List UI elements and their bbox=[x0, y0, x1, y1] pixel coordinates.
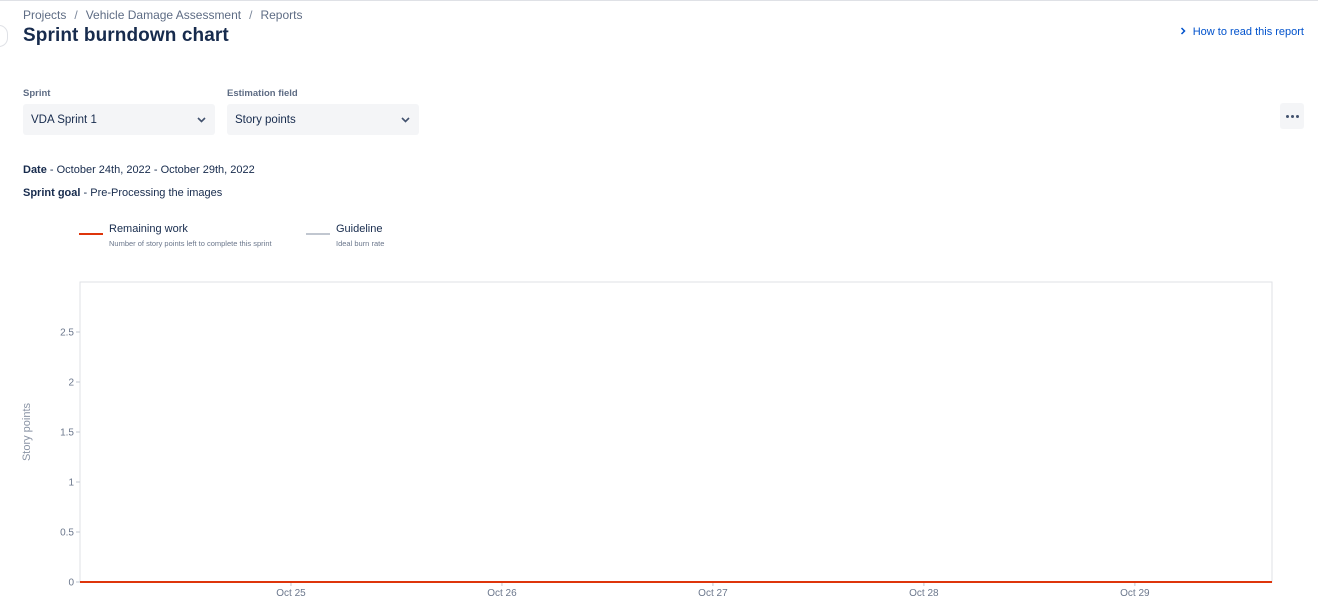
breadcrumb-separator: / bbox=[74, 8, 78, 22]
breadcrumb-project[interactable]: Vehicle Damage Assessment bbox=[86, 8, 241, 22]
estimation-field: Estimation field Story points bbox=[227, 88, 419, 135]
more-icon bbox=[1290, 114, 1294, 118]
y-tick-label: 0.5 bbox=[60, 528, 74, 539]
more-options-button[interactable] bbox=[1280, 103, 1304, 129]
chevron-down-icon bbox=[400, 115, 410, 125]
x-tick-label: Oct 29 bbox=[1120, 588, 1150, 599]
sprint-label: Sprint bbox=[23, 88, 51, 99]
estimation-select[interactable]: Story points bbox=[227, 104, 419, 135]
y-tick-label: 2.5 bbox=[60, 328, 74, 339]
sprint-date-label: Date bbox=[23, 164, 47, 176]
more-icon bbox=[1295, 114, 1299, 118]
more-icon bbox=[1285, 114, 1289, 118]
y-tick-label: 2 bbox=[68, 378, 74, 389]
breadcrumb-reports[interactable]: Reports bbox=[260, 8, 302, 22]
sprint-goal-value: - Pre-Processing the images bbox=[80, 187, 223, 199]
how-to-read-link[interactable]: How to read this report bbox=[1179, 26, 1304, 38]
legend-name: Guideline bbox=[336, 223, 383, 235]
sprint-select-value: VDA Sprint 1 bbox=[31, 113, 97, 126]
estimation-select-value: Story points bbox=[235, 113, 296, 126]
legend-name: Remaining work bbox=[109, 223, 188, 235]
y-axis: 0 0.5 1 1.5 2 2.5 bbox=[60, 328, 80, 589]
estimation-label: Estimation field bbox=[227, 88, 298, 99]
chevron-right-icon bbox=[1179, 25, 1187, 37]
sidebar-collapse-handle[interactable] bbox=[0, 25, 8, 47]
y-tick-label: 1 bbox=[68, 478, 74, 489]
top-divider bbox=[0, 0, 1318, 1]
breadcrumb: Projects / Vehicle Damage Assessment / R… bbox=[23, 8, 303, 22]
sprint-field: Sprint VDA Sprint 1 bbox=[23, 88, 215, 135]
y-tick-label: 1.5 bbox=[60, 428, 74, 439]
how-to-read-label: How to read this report bbox=[1192, 26, 1304, 38]
burndown-chart: 00.511.522.5 Oct 25 Oct 26 Oct 27 Oct 28 Oct… bbox=[21, 281, 1273, 599]
y-axis-label: Story points bbox=[21, 402, 33, 461]
page-title: Sprint burndown chart bbox=[23, 25, 229, 46]
legend-description: Number of story points left to complete … bbox=[109, 239, 272, 248]
legend-swatch bbox=[79, 233, 103, 235]
breadcrumb-projects[interactable]: Projects bbox=[23, 8, 66, 22]
legend-remaining-work: Remaining work Number of story points le… bbox=[79, 223, 272, 248]
legend-swatch bbox=[306, 233, 330, 235]
legend-description: Ideal burn rate bbox=[336, 239, 385, 248]
legend-guideline: Guideline Ideal burn rate bbox=[306, 223, 384, 248]
sprint-goal-label: Sprint goal bbox=[23, 187, 81, 199]
breadcrumb-separator: / bbox=[249, 8, 253, 22]
y-tick-label: 0 bbox=[68, 578, 74, 589]
x-tick-label: Oct 26 bbox=[487, 588, 517, 599]
chevron-down-icon bbox=[196, 115, 206, 125]
sprint-date-value: - October 24th, 2022 - October 29th, 202… bbox=[46, 164, 255, 176]
sprint-goal: Sprint goal - Pre-Processing the images bbox=[23, 187, 222, 199]
x-tick-label: Oct 25 bbox=[276, 588, 306, 599]
sprint-date: Date - October 24th, 2022 - October 29th… bbox=[23, 164, 255, 176]
plot-area bbox=[79, 281, 1273, 583]
x-tick-label: Oct 28 bbox=[909, 588, 939, 599]
sprint-select[interactable]: VDA Sprint 1 bbox=[23, 104, 215, 135]
x-axis: Oct 25 Oct 26 Oct 27 Oct 28 Oct 29 bbox=[276, 582, 1150, 599]
x-tick-label: Oct 27 bbox=[698, 588, 728, 599]
